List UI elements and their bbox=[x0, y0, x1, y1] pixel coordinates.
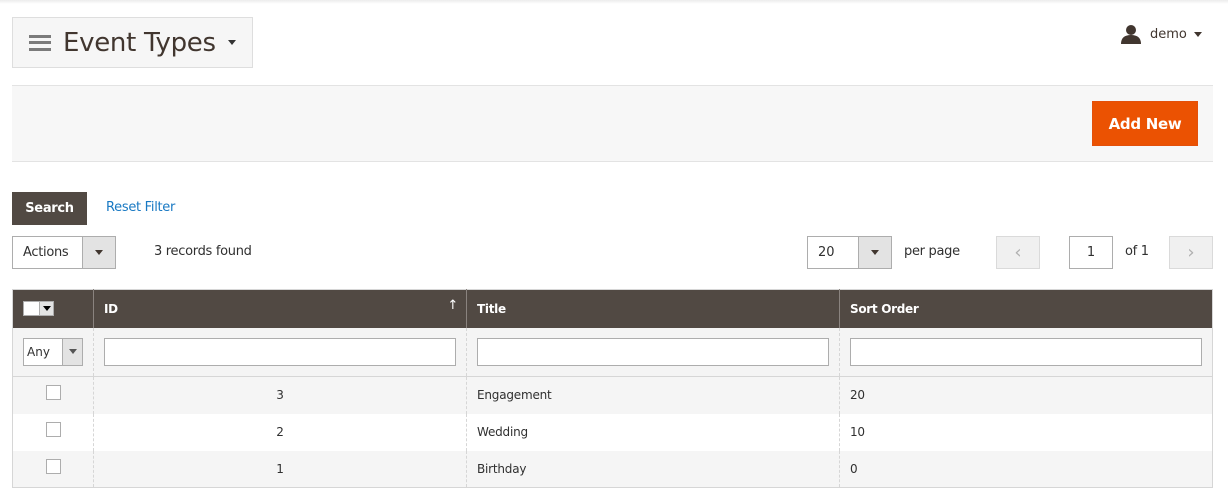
hamburger-icon bbox=[29, 34, 51, 51]
sort-ascending-icon: ↑ bbox=[447, 298, 458, 313]
add-new-button[interactable]: Add New bbox=[1092, 101, 1198, 146]
per-page-select[interactable]: 20 bbox=[807, 236, 892, 269]
id-filter-input[interactable] bbox=[104, 337, 456, 366]
event-types-grid: ID ↑ Title Sort Order Any 3 Engagement 2… bbox=[12, 289, 1213, 488]
filter-cell-id bbox=[93, 327, 467, 377]
id-cell: 2 bbox=[93, 413, 467, 451]
sort-order-cell: 0 bbox=[839, 450, 1213, 488]
next-page-button[interactable]: › bbox=[1169, 236, 1213, 269]
user-name: demo bbox=[1150, 26, 1187, 42]
filter-cell-sort-order bbox=[839, 327, 1213, 377]
user-menu[interactable]: demo bbox=[1121, 24, 1202, 44]
caret-down-icon bbox=[1193, 31, 1202, 37]
table-row[interactable]: 1 Birthday 0 bbox=[12, 450, 1213, 488]
chevron-down-icon bbox=[62, 338, 82, 365]
sort-order-cell: 10 bbox=[839, 413, 1213, 451]
sort-order-cell: 20 bbox=[839, 376, 1213, 414]
caret-down-icon bbox=[227, 40, 236, 45]
per-page-label: per page bbox=[904, 244, 960, 259]
row-select-cell bbox=[12, 450, 94, 488]
page-actions-bar bbox=[12, 85, 1213, 162]
row-select-cell bbox=[13, 414, 94, 451]
user-icon bbox=[1121, 25, 1141, 44]
filter-cell-title bbox=[466, 327, 840, 377]
mass-select-header bbox=[12, 289, 94, 328]
id-cell: 1 bbox=[93, 450, 467, 488]
mass-select-dropdown[interactable] bbox=[23, 301, 54, 317]
filter-cell-select: Any bbox=[12, 327, 94, 377]
mass-actions-label: Actions bbox=[23, 245, 69, 260]
total-pages-label: of 1 bbox=[1125, 244, 1149, 259]
row-select-cell bbox=[12, 376, 94, 414]
table-row[interactable]: 2 Wedding 10 bbox=[13, 413, 1213, 451]
per-page-value: 20 bbox=[818, 245, 835, 260]
top-shadow bbox=[0, 0, 1228, 4]
column-label: ID bbox=[104, 301, 118, 316]
sort-order-filter-input[interactable] bbox=[850, 337, 1202, 366]
search-button[interactable]: Search bbox=[12, 192, 87, 225]
mass-actions-select[interactable]: Actions bbox=[12, 236, 116, 269]
id-cell: 3 bbox=[93, 376, 467, 414]
chevron-down-icon bbox=[82, 237, 115, 268]
caret-down-icon bbox=[39, 302, 53, 316]
page-title: Event Types bbox=[63, 27, 216, 58]
table-row[interactable]: 3 Engagement 20 bbox=[12, 376, 1213, 414]
previous-page-button[interactable]: ‹ bbox=[996, 236, 1040, 269]
filter-row: Any bbox=[12, 327, 1213, 377]
grid-header-row: ID ↑ Title Sort Order bbox=[12, 289, 1213, 328]
title-filter-input[interactable] bbox=[477, 337, 829, 366]
current-page-input[interactable] bbox=[1069, 236, 1113, 269]
records-count: 3 records found bbox=[154, 244, 252, 259]
column-label: Title bbox=[477, 301, 506, 316]
column-label: Sort Order bbox=[850, 301, 919, 316]
column-header-title[interactable]: Title bbox=[466, 289, 840, 328]
chevron-right-icon: › bbox=[1187, 242, 1195, 263]
chevron-down-icon bbox=[858, 237, 891, 268]
mass-select-checkbox[interactable] bbox=[24, 302, 39, 316]
in-selection-filter-select[interactable]: Any bbox=[23, 337, 83, 366]
title-cell: Wedding bbox=[466, 413, 840, 451]
title-cell: Engagement bbox=[466, 376, 840, 414]
title-cell: Birthday bbox=[466, 450, 840, 488]
reset-filter-link[interactable]: Reset Filter bbox=[106, 200, 175, 215]
row-checkbox[interactable] bbox=[45, 422, 61, 437]
row-checkbox[interactable] bbox=[45, 458, 61, 474]
row-checkbox[interactable] bbox=[45, 385, 61, 401]
column-header-sort-order[interactable]: Sort Order bbox=[839, 289, 1213, 328]
page-title-menu[interactable]: Event Types bbox=[12, 17, 253, 68]
column-header-id[interactable]: ID ↑ bbox=[93, 289, 467, 328]
in-selection-filter-value: Any bbox=[27, 344, 50, 359]
chevron-left-icon: ‹ bbox=[1014, 242, 1022, 263]
